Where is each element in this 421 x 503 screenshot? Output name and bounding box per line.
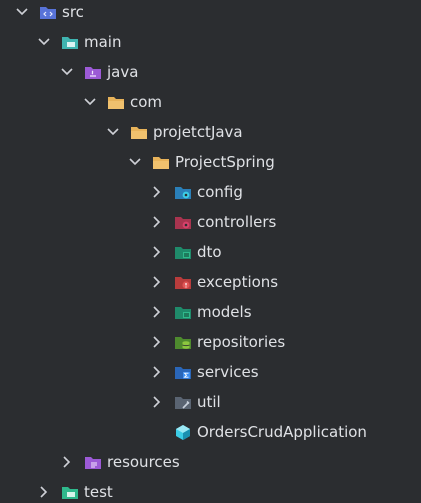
tree-node-test[interactable]: test xyxy=(0,477,421,503)
tree-node-label: repositories xyxy=(197,333,286,351)
package-folder-icon xyxy=(152,154,170,170)
chevron-down-icon[interactable] xyxy=(37,35,51,49)
tree-node-label: com xyxy=(130,93,163,111)
dto-folder-icon xyxy=(174,244,192,260)
tree-node-orderscrudapplication[interactable]: OrdersCrudApplication xyxy=(0,417,421,447)
package-folder-icon xyxy=(107,94,125,110)
tree-node-projectspring[interactable]: ProjectSpring xyxy=(0,147,421,177)
project-tree: src main java com projetctJava ProjectSp… xyxy=(0,0,421,503)
tree-node-label: util xyxy=(197,393,221,411)
tree-node-label: dto xyxy=(197,243,222,261)
tree-node-projetctjava[interactable]: projetctJava xyxy=(0,117,421,147)
util-folder-icon xyxy=(174,394,192,410)
tree-node-repositories[interactable]: repositories xyxy=(0,327,421,357)
chevron-right-icon[interactable] xyxy=(150,185,164,199)
tree-node-label: models xyxy=(197,303,252,321)
chevron-right-icon[interactable] xyxy=(150,245,164,259)
tree-node-label: resources xyxy=(107,453,180,471)
chevron-right-icon[interactable] xyxy=(150,335,164,349)
java-class-icon xyxy=(174,424,192,440)
controllers-folder-icon xyxy=(174,214,192,230)
chevron-down-icon[interactable] xyxy=(60,65,74,79)
package-folder-icon xyxy=(130,124,148,140)
chevron-right-icon[interactable] xyxy=(150,305,164,319)
tree-node-label: src xyxy=(62,3,84,21)
tree-node-exceptions[interactable]: exceptions xyxy=(0,267,421,297)
chevron-right-icon[interactable] xyxy=(150,395,164,409)
tree-node-src[interactable]: src xyxy=(0,0,421,27)
chevron-down-icon[interactable] xyxy=(128,155,142,169)
tree-node-services[interactable]: services xyxy=(0,357,421,387)
chevron-right-icon[interactable] xyxy=(60,455,74,469)
tree-node-label: main xyxy=(84,33,122,51)
tree-node-controllers[interactable]: controllers xyxy=(0,207,421,237)
tree-node-label: projetctJava xyxy=(153,123,243,141)
exceptions-folder-icon xyxy=(174,274,192,290)
config-folder-icon xyxy=(174,184,192,200)
tree-node-label: ProjectSpring xyxy=(175,153,275,171)
tree-node-label: config xyxy=(197,183,243,201)
repositories-folder-icon xyxy=(174,334,192,350)
tree-node-label: test xyxy=(84,483,113,501)
tree-node-util[interactable]: util xyxy=(0,387,421,417)
chevron-down-icon[interactable] xyxy=(15,5,29,19)
chevron-right-icon[interactable] xyxy=(150,365,164,379)
tree-node-label: controllers xyxy=(197,213,277,231)
tree-node-label: java xyxy=(107,63,139,81)
chevron-right-icon[interactable] xyxy=(150,275,164,289)
java-source-folder-icon xyxy=(84,64,102,80)
tree-node-label: OrdersCrudApplication xyxy=(197,423,367,441)
module-folder-icon xyxy=(61,34,79,50)
tree-node-models[interactable]: models xyxy=(0,297,421,327)
models-folder-icon xyxy=(174,304,192,320)
chevron-down-icon[interactable] xyxy=(106,125,120,139)
tree-node-main[interactable]: main xyxy=(0,27,421,57)
tree-node-config[interactable]: config xyxy=(0,177,421,207)
test-folder-icon xyxy=(61,484,79,500)
tree-node-label: exceptions xyxy=(197,273,279,291)
source-folder-icon xyxy=(39,4,57,20)
tree-node-dto[interactable]: dto xyxy=(0,237,421,267)
chevron-right-icon[interactable] xyxy=(37,485,51,499)
tree-node-com[interactable]: com xyxy=(0,87,421,117)
services-folder-icon xyxy=(174,364,192,380)
tree-node-resources[interactable]: resources xyxy=(0,447,421,477)
tree-node-label: services xyxy=(197,363,259,381)
resources-folder-icon xyxy=(84,454,102,470)
chevron-right-icon[interactable] xyxy=(150,215,164,229)
chevron-down-icon[interactable] xyxy=(83,95,97,109)
tree-node-java[interactable]: java xyxy=(0,57,421,87)
